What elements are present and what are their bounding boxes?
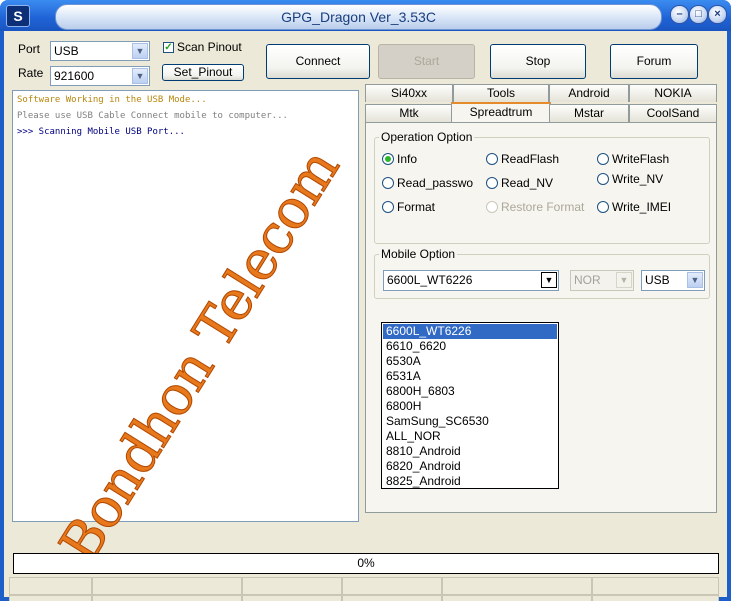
connect-button[interactable]: Connect — [266, 44, 370, 79]
model-option[interactable]: ALL_NOR — [383, 429, 557, 444]
log-panel[interactable]: Software Working in the USB Mode... Plea… — [12, 90, 359, 574]
status-cell — [592, 577, 719, 595]
radio-label[interactable]: Restore Format — [501, 200, 584, 214]
radio-label[interactable]: Info — [397, 152, 417, 166]
port-label: Port — [18, 42, 41, 56]
radio-label[interactable]: Format — [397, 200, 435, 214]
radio-label[interactable]: WriteFlash — [612, 152, 669, 166]
model-dropdown-list[interactable]: 6600L_WT6226 6610_6620 6530A 6531A 6800H_680… — [381, 322, 559, 489]
interface-value: USB — [645, 273, 670, 287]
port-select[interactable]: USB ▼ — [50, 41, 150, 61]
tab-android[interactable]: Android — [549, 84, 629, 102]
model-option[interactable]: SamSung_SC6530 — [383, 414, 557, 429]
watermark-text: Bondhon Telecom — [47, 138, 352, 574]
minimize-icon[interactable]: – — [670, 5, 689, 24]
status-cell — [592, 595, 719, 601]
start-button[interactable]: Start — [378, 44, 475, 79]
status-cell — [9, 595, 92, 601]
model-select[interactable]: 6600L_WT6226 ▼ — [383, 270, 559, 291]
radio-label[interactable]: Write_NV — [612, 172, 663, 186]
chevron-down-icon[interactable]: ▼ — [687, 272, 703, 288]
memory-select[interactable]: NOR ▼ — [570, 270, 634, 291]
radio-label[interactable]: Write_IMEI — [612, 200, 671, 214]
tab-mtk[interactable]: Mtk — [365, 104, 453, 122]
operation-option-group: Operation Option Info ReadFlash WriteFlash… — [374, 130, 710, 244]
tab-coolsand[interactable]: CoolSand — [629, 104, 717, 122]
radio-readflash[interactable] — [486, 153, 498, 165]
tab-nokia[interactable]: NOKIA — [629, 84, 717, 102]
radio-info[interactable] — [382, 153, 394, 165]
radio-write-nv[interactable] — [597, 173, 609, 185]
radio-writeflash[interactable] — [597, 153, 609, 165]
log-line: >>> Scanning Mobile USB Port... — [17, 127, 185, 137]
status-cell — [342, 595, 442, 601]
radio-read-passwo[interactable] — [382, 177, 394, 189]
status-cell — [242, 595, 342, 601]
model-option[interactable]: 8825_Android — [383, 474, 557, 489]
model-option[interactable]: 6610_6620 — [383, 339, 557, 354]
status-cell — [442, 595, 592, 601]
status-cell — [342, 577, 442, 595]
port-value: USB — [54, 44, 79, 58]
tab-mstar[interactable]: Mstar — [549, 104, 629, 122]
status-cell — [92, 577, 242, 595]
status-cell — [442, 577, 592, 595]
rate-value: 921600 — [54, 69, 95, 83]
status-cell — [242, 577, 342, 595]
radio-read-nv[interactable] — [486, 177, 498, 189]
progress-text: 0% — [357, 556, 375, 570]
rate-label: Rate — [18, 66, 44, 80]
rate-select[interactable]: 921600 ▼ — [50, 66, 150, 86]
model-option[interactable]: 6600L_WT6226 — [383, 324, 557, 339]
title-bar[interactable]: S GPG_Dragon Ver_3.53C – □ × — [0, 0, 731, 31]
app-icon[interactable]: S — [6, 5, 30, 27]
forum-button[interactable]: Forum — [610, 44, 698, 79]
scan-pinout-label[interactable]: Scan Pinout — [177, 40, 242, 54]
radio-label[interactable]: ReadFlash — [501, 152, 559, 166]
model-option[interactable]: 6531A — [383, 369, 557, 384]
operation-option-title: Operation Option — [379, 130, 475, 144]
radio-write-imei[interactable] — [597, 201, 609, 213]
mobile-option-title: Mobile Option — [379, 247, 458, 261]
radio-label[interactable]: Read_passwo — [397, 176, 473, 190]
interface-select[interactable]: USB ▼ — [641, 270, 705, 291]
tab-spreadtrum[interactable]: Spreadtrum — [451, 102, 551, 122]
chevron-down-icon[interactable]: ▼ — [541, 272, 557, 288]
model-value: 6600L_WT6226 — [387, 273, 473, 287]
model-option[interactable]: 6530A — [383, 354, 557, 369]
radio-label[interactable]: Read_NV — [501, 176, 553, 190]
radio-restore-format[interactable] — [486, 201, 498, 213]
title-plate: GPG_Dragon Ver_3.53C — [55, 4, 662, 30]
status-cell — [9, 577, 92, 595]
stop-button[interactable]: Stop — [490, 44, 586, 79]
app-window: S GPG_Dragon Ver_3.53C – □ × Port USB ▼ … — [0, 0, 731, 601]
log-line: Software Working in the USB Mode... — [17, 95, 207, 105]
scan-pinout-checkbox[interactable]: ✓ — [163, 42, 174, 53]
window-title: GPG_Dragon Ver_3.53C — [281, 9, 436, 25]
mobile-option-group: Mobile Option 6600L_WT6226 ▼ NOR ▼ USB ▼ — [374, 247, 710, 299]
model-option[interactable]: 6800H_6803 — [383, 384, 557, 399]
memory-value: NOR — [574, 273, 601, 287]
client-area: Port USB ▼ Rate 921600 ▼ ✓ Scan Pinout S… — [4, 31, 727, 601]
chevron-down-icon[interactable]: ▼ — [616, 272, 632, 288]
radio-format[interactable] — [382, 201, 394, 213]
log-line: Please use USB Cable Connect mobile to c… — [17, 111, 288, 121]
chevron-down-icon[interactable]: ▼ — [132, 43, 148, 59]
progress-bar: 0% — [13, 553, 719, 574]
model-option[interactable]: 6820_Android — [383, 459, 557, 474]
model-option[interactable]: 6800H — [383, 399, 557, 414]
set-pinout-button[interactable]: Set_Pinout — [162, 64, 244, 81]
chevron-down-icon[interactable]: ▼ — [132, 68, 148, 84]
status-cell — [92, 595, 242, 601]
tab-tools[interactable]: Tools — [453, 84, 549, 102]
tab-si40xx[interactable]: Si40xx — [365, 84, 453, 102]
model-option[interactable]: 8810_Android — [383, 444, 557, 459]
close-icon[interactable]: × — [708, 5, 727, 24]
maximize-icon[interactable]: □ — [689, 5, 708, 24]
